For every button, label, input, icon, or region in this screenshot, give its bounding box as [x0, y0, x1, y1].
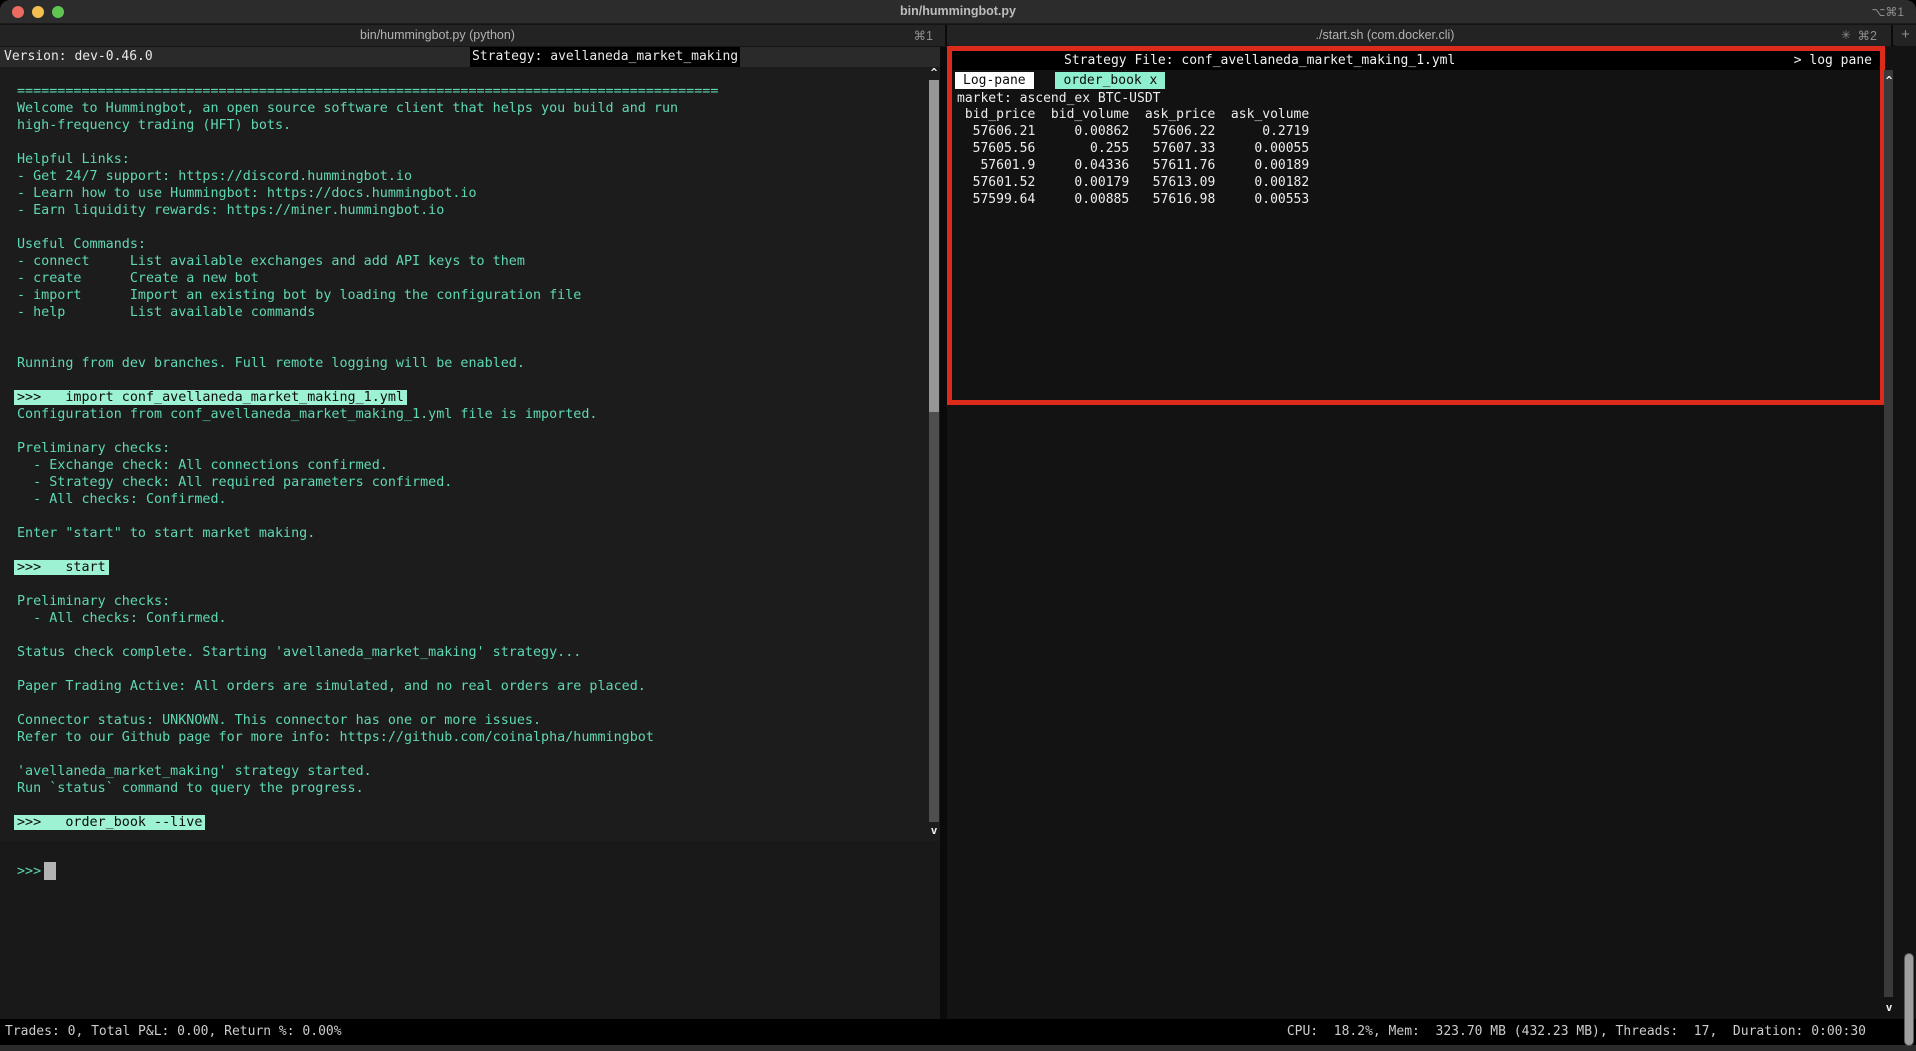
log-line — [0, 695, 940, 712]
log-line: - help List available commands — [0, 304, 940, 321]
log-line — [0, 797, 940, 814]
spinner-icon: ✳ — [1841, 28, 1851, 42]
log-line: Run `status` command to query the progre… — [0, 780, 940, 797]
log-line — [0, 542, 940, 559]
log-line: - All checks: Confirmed. — [0, 491, 940, 508]
log-line: Paper Trading Active: All orders are sim… — [0, 678, 940, 695]
terminal-window: bin/hummingbot.py ⌥⌘1 bin/hummingbot.py … — [0, 0, 1916, 1051]
strategy-file-bar: Strategy File: conf_avellaneda_market_ma… — [952, 51, 1880, 70]
titlebar: bin/hummingbot.py ⌥⌘1 — [0, 0, 1916, 24]
log-line: - Get 24/7 support: https://discord.humm… — [0, 168, 940, 185]
right-scrollbar-track[interactable] — [1884, 70, 1893, 997]
text-cursor — [44, 862, 56, 880]
log-line: Preliminary checks: — [0, 440, 940, 457]
log-line — [0, 508, 940, 525]
command-input-area[interactable]: >>> — [0, 841, 940, 1019]
command-line: >>> order_book --live — [0, 814, 940, 831]
log-line — [0, 627, 940, 644]
scroll-up-indicator: ^ — [927, 66, 941, 79]
log-line: Helpful Links: — [0, 151, 940, 168]
log-line — [0, 576, 940, 593]
tab-order-book[interactable]: order_book x — [1055, 72, 1165, 89]
log-tabs: Log-pane order_book x — [955, 72, 1165, 89]
window-title: bin/hummingbot.py — [0, 4, 1916, 18]
tab-label: ./start.sh (com.docker.cli) — [949, 28, 1821, 42]
log-line: - Strategy check: All required parameter… — [0, 474, 940, 491]
log-line: Running from dev branches. Full remote l… — [0, 355, 940, 372]
log-line: Connector status: UNKNOWN. This connecto… — [0, 712, 940, 729]
log-line: - Exchange check: All connections confir… — [0, 457, 940, 474]
command-line: >>> import conf_avellaneda_market_making… — [0, 389, 940, 406]
log-line: - import Import an existing bot by loadi… — [0, 287, 940, 304]
docker-pane: Strategy File: conf_avellaneda_market_ma… — [947, 46, 1916, 1019]
scroll-up-indicator: ^ — [1882, 74, 1896, 87]
log-line: - Earn liquidity rewards: https://miner.… — [0, 202, 940, 219]
status-bar: Trades: 0, Total P&L: 0.00, Return %: 0.… — [0, 1019, 1916, 1045]
log-line — [0, 746, 940, 763]
log-line — [0, 661, 940, 678]
pane-divider — [940, 47, 947, 1019]
log-line — [0, 423, 940, 440]
log-line: - create Create a new bot — [0, 270, 940, 287]
tab-label: bin/hummingbot.py (python) — [0, 28, 875, 42]
log-line — [0, 372, 940, 389]
prompt-label: >>> — [17, 863, 41, 880]
log-line — [0, 321, 940, 338]
tab-log-pane[interactable]: Log-pane — [955, 72, 1034, 89]
scroll-down-indicator: v — [927, 824, 941, 837]
left-scrollbar-track[interactable] — [929, 412, 939, 822]
strategy-file-label: Strategy File: conf_avellaneda_market_ma… — [1064, 51, 1455, 70]
log-line: 'avellaneda_market_making' strategy star… — [0, 763, 940, 780]
log-line: Status check complete. Starting 'avellan… — [0, 644, 940, 661]
log-pane-label: > log pane — [1794, 51, 1872, 70]
window-shortcut-label: ⌥⌘1 — [1871, 5, 1904, 19]
log-line: Enter "start" to start market making. — [0, 525, 940, 542]
system-status-label: CPU: 18.2%, Mem: 323.70 MB (432.23 MB), … — [1287, 1019, 1866, 1045]
hummingbot-topbar: Version: dev-0.46.0 Strategy: avellaneda… — [0, 47, 940, 67]
strategy-label: Strategy: avellaneda_market_making — [470, 47, 740, 67]
tab-docker-pane[interactable]: ./start.sh (com.docker.cli) ✳ ⌘2 — [949, 25, 1893, 46]
log-line: - Learn how to use Hummingbot: https://d… — [0, 185, 940, 202]
macos-scrollbar-thumb[interactable] — [1904, 953, 1914, 1046]
log-line: - All checks: Confirmed. — [0, 610, 940, 627]
tab-shortcut: ⌘1 — [914, 28, 933, 43]
new-tab-button[interactable]: + — [1895, 25, 1916, 46]
trades-status-label: Trades: 0, Total P&L: 0.00, Return %: 0.… — [5, 1019, 342, 1045]
left-scrollbar-thumb[interactable] — [929, 80, 939, 412]
active-pane-highlight-border: Strategy File: conf_avellaneda_market_ma… — [947, 46, 1885, 405]
log-line: Preliminary checks: — [0, 593, 940, 610]
log-line: ========================================… — [0, 83, 940, 100]
pane-tab-bar: bin/hummingbot.py (python) ⌘1 ./start.sh… — [0, 25, 1916, 46]
output-log-area[interactable]: ========================================… — [0, 67, 940, 841]
log-line — [0, 134, 940, 151]
window-bottom-edge — [0, 1045, 1916, 1051]
log-line: high-frequency trading (HFT) bots. — [0, 117, 940, 134]
log-line: Configuration from conf_avellaneda_marke… — [0, 406, 940, 423]
log-line: Welcome to Hummingbot, an open source so… — [0, 100, 940, 117]
market-label: market: ascend_ex BTC-USDT — [957, 90, 1161, 107]
command-line: >>> start — [0, 559, 940, 576]
tab-shortcut: ⌘2 — [1858, 28, 1877, 43]
log-line: Refer to our Github page for more info: … — [0, 729, 940, 746]
scroll-down-indicator: v — [1882, 1001, 1896, 1014]
tab-hummingbot-pane[interactable]: bin/hummingbot.py (python) ⌘1 — [0, 25, 947, 46]
log-line — [0, 219, 940, 236]
log-line — [0, 338, 940, 355]
log-line: - connect List available exchanges and a… — [0, 253, 940, 270]
log-line: Useful Commands: — [0, 236, 940, 253]
order-book-table: bid_price bid_volume ask_price ask_volum… — [957, 106, 1309, 208]
version-label: Version: dev-0.46.0 — [4, 47, 153, 67]
